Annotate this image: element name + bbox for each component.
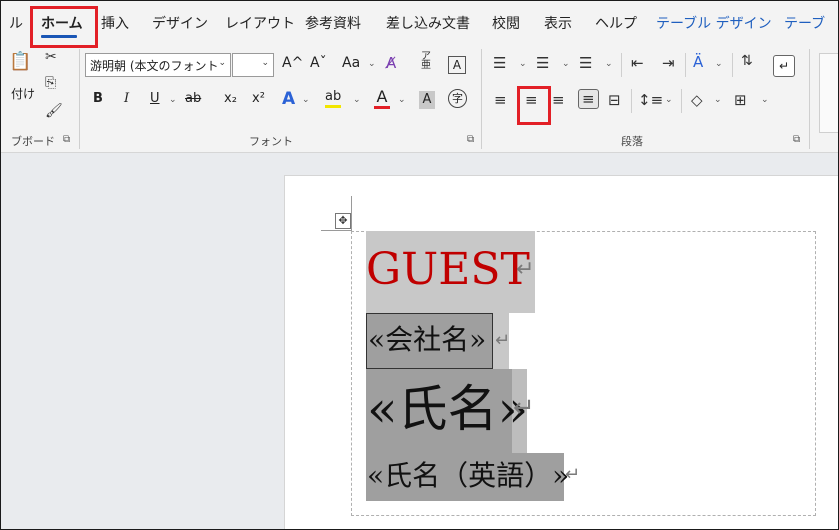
tab-review[interactable]: 校閲 bbox=[492, 13, 520, 33]
phonetic-guide-icon[interactable]: ア亜 bbox=[421, 52, 431, 71]
styles-gallery[interactable] bbox=[819, 53, 838, 133]
cut-icon[interactable]: ✂ bbox=[45, 49, 57, 65]
chevron-down-icon: ⌄ bbox=[218, 58, 226, 68]
chevron-down-icon[interactable]: ⌄ bbox=[715, 59, 723, 69]
group-separator bbox=[809, 49, 810, 149]
show-marks-icon[interactable]: ↵ bbox=[773, 55, 795, 77]
ribbon: 📋 ✂ ⎘ 付け 🖌 ブボード ⧉ 游明朝 (本文のフォント ⌄ ⌄ A^ Aˇ… bbox=[1, 43, 838, 153]
paste-icon[interactable]: 📋 bbox=[9, 51, 31, 72]
underline-button[interactable]: U bbox=[150, 91, 160, 106]
paragraph-mark-icon: ↵ bbox=[495, 330, 511, 351]
ribbon-tab-bar: ル ホーム 挿入 デザイン レイアウト 参考資料 差し込み文書 校閲 表示 ヘル… bbox=[1, 1, 838, 43]
justify-icon[interactable]: ≡ bbox=[578, 89, 599, 109]
increase-indent-icon[interactable]: ⇥ bbox=[662, 54, 675, 72]
paste-label[interactable]: 付け bbox=[11, 85, 35, 102]
distributed-icon[interactable]: ⊟ bbox=[608, 91, 621, 109]
group-separator bbox=[631, 89, 632, 113]
group-separator bbox=[621, 53, 622, 77]
enclose-characters-button[interactable]: 字 bbox=[448, 89, 467, 108]
grow-font-button[interactable]: A^ bbox=[282, 55, 303, 71]
chevron-down-icon: ⌄ bbox=[261, 58, 269, 68]
decrease-indent-icon[interactable]: ⇤ bbox=[631, 54, 644, 72]
chevron-down-icon[interactable]: ⌄ bbox=[398, 95, 406, 105]
chevron-down-icon[interactable]: ⌄ bbox=[302, 95, 310, 105]
tab-file[interactable]: ル bbox=[9, 13, 23, 33]
copy-icon[interactable]: ⎘ bbox=[45, 75, 56, 91]
tab-table-design[interactable]: テーブル デザイン bbox=[656, 13, 772, 33]
strikethrough-button[interactable]: ab bbox=[185, 91, 201, 106]
font-name-box[interactable]: 游明朝 (本文のフォント ⌄ bbox=[85, 53, 231, 77]
align-left-icon[interactable]: ≡ bbox=[494, 91, 507, 109]
chevron-down-icon[interactable]: ⌄ bbox=[665, 95, 673, 105]
change-case-button[interactable]: Aa bbox=[342, 55, 360, 71]
format-painter-icon[interactable]: 🖌 bbox=[45, 103, 63, 119]
char-spacing-icon[interactable]: Ä bbox=[693, 53, 703, 71]
clear-formatting-icon[interactable]: A̸ bbox=[386, 54, 396, 72]
group-separator bbox=[732, 53, 733, 77]
font-color-button[interactable]: A bbox=[374, 88, 390, 109]
superscript-button[interactable]: x² bbox=[252, 91, 265, 106]
character-border-icon[interactable]: A bbox=[448, 56, 466, 74]
text-effects-button[interactable]: A bbox=[282, 89, 295, 109]
line-spacing-icon[interactable]: ↕≡ bbox=[638, 91, 663, 109]
shading-icon[interactable]: ◇ bbox=[691, 91, 703, 109]
group-separator bbox=[79, 49, 80, 149]
crop-mark bbox=[351, 196, 352, 231]
tab-references[interactable]: 参考資料 bbox=[305, 13, 361, 33]
chevron-down-icon[interactable]: ⌄ bbox=[605, 59, 613, 69]
name-en-field[interactable]: «氏名（英語）» bbox=[367, 458, 569, 494]
group-separator bbox=[685, 53, 686, 77]
crop-mark bbox=[321, 230, 351, 231]
chevron-down-icon[interactable]: ⌄ bbox=[353, 95, 361, 105]
word-window: ル ホーム 挿入 デザイン レイアウト 参考資料 差し込み文書 校閲 表示 ヘル… bbox=[0, 0, 839, 530]
tab-layout[interactable]: レイアウト bbox=[225, 13, 295, 33]
home-tab-highlight bbox=[30, 6, 98, 48]
paragraph-mark-icon: ↵ bbox=[565, 464, 581, 485]
sort-icon[interactable]: ⇅ bbox=[741, 53, 753, 69]
paragraph-mark-icon: ↵ bbox=[516, 257, 535, 282]
character-shading-button[interactable]: A bbox=[419, 91, 435, 109]
tab-design[interactable]: デザイン bbox=[152, 13, 208, 33]
chevron-down-icon[interactable]: ⌄ bbox=[562, 59, 570, 69]
multilevel-list-icon[interactable]: ☰ bbox=[579, 54, 592, 72]
highlight-button[interactable]: ab bbox=[325, 89, 342, 108]
group-separator bbox=[681, 89, 682, 113]
font-name-value: 游明朝 (本文のフォント bbox=[90, 59, 219, 73]
paragraph-group-label: 段落 bbox=[621, 135, 643, 148]
paragraph-mark-icon: ↵ bbox=[513, 393, 535, 423]
name-field[interactable]: «氏名» bbox=[367, 377, 528, 441]
numbering-icon[interactable]: ☰ bbox=[536, 54, 549, 72]
tab-view[interactable]: 表示 bbox=[544, 13, 572, 33]
italic-button[interactable]: I bbox=[124, 91, 129, 106]
font-group-label: フォント bbox=[249, 135, 293, 148]
chevron-down-icon[interactable]: ⌄ bbox=[519, 59, 527, 69]
chevron-down-icon[interactable]: ⌄ bbox=[368, 59, 376, 69]
tab-help[interactable]: ヘルプ bbox=[595, 13, 637, 33]
chevron-down-icon[interactable]: ⌄ bbox=[169, 95, 177, 105]
bold-button[interactable]: B bbox=[93, 91, 103, 106]
chevron-down-icon[interactable]: ⌄ bbox=[714, 95, 722, 105]
chevron-down-icon[interactable]: ⌄ bbox=[761, 95, 769, 105]
paragraph-launcher-icon[interactable]: ⧉ bbox=[793, 134, 800, 145]
subscript-button[interactable]: x₂ bbox=[224, 91, 237, 106]
clipboard-launcher-icon[interactable]: ⧉ bbox=[63, 134, 70, 145]
borders-icon[interactable]: ⊞ bbox=[734, 91, 747, 109]
center-align-highlight bbox=[517, 86, 551, 125]
align-right-icon[interactable]: ≡ bbox=[552, 91, 565, 109]
company-field[interactable]: «会社名» bbox=[368, 322, 486, 358]
table-move-handle-icon[interactable]: ✥ bbox=[335, 213, 351, 229]
tab-insert[interactable]: 挿入 bbox=[101, 13, 129, 33]
bullets-icon[interactable]: ☰ bbox=[493, 54, 506, 72]
shrink-font-button[interactable]: Aˇ bbox=[310, 55, 327, 71]
tab-table-layout[interactable]: テーブ bbox=[784, 13, 825, 33]
tab-mailings[interactable]: 差し込み文書 bbox=[386, 13, 470, 33]
font-launcher-icon[interactable]: ⧉ bbox=[467, 134, 474, 145]
group-separator bbox=[481, 49, 482, 149]
clipboard-group-label: ブボード bbox=[11, 135, 55, 148]
guest-title[interactable]: GUEST bbox=[366, 245, 530, 295]
font-size-box[interactable]: ⌄ bbox=[232, 53, 274, 77]
